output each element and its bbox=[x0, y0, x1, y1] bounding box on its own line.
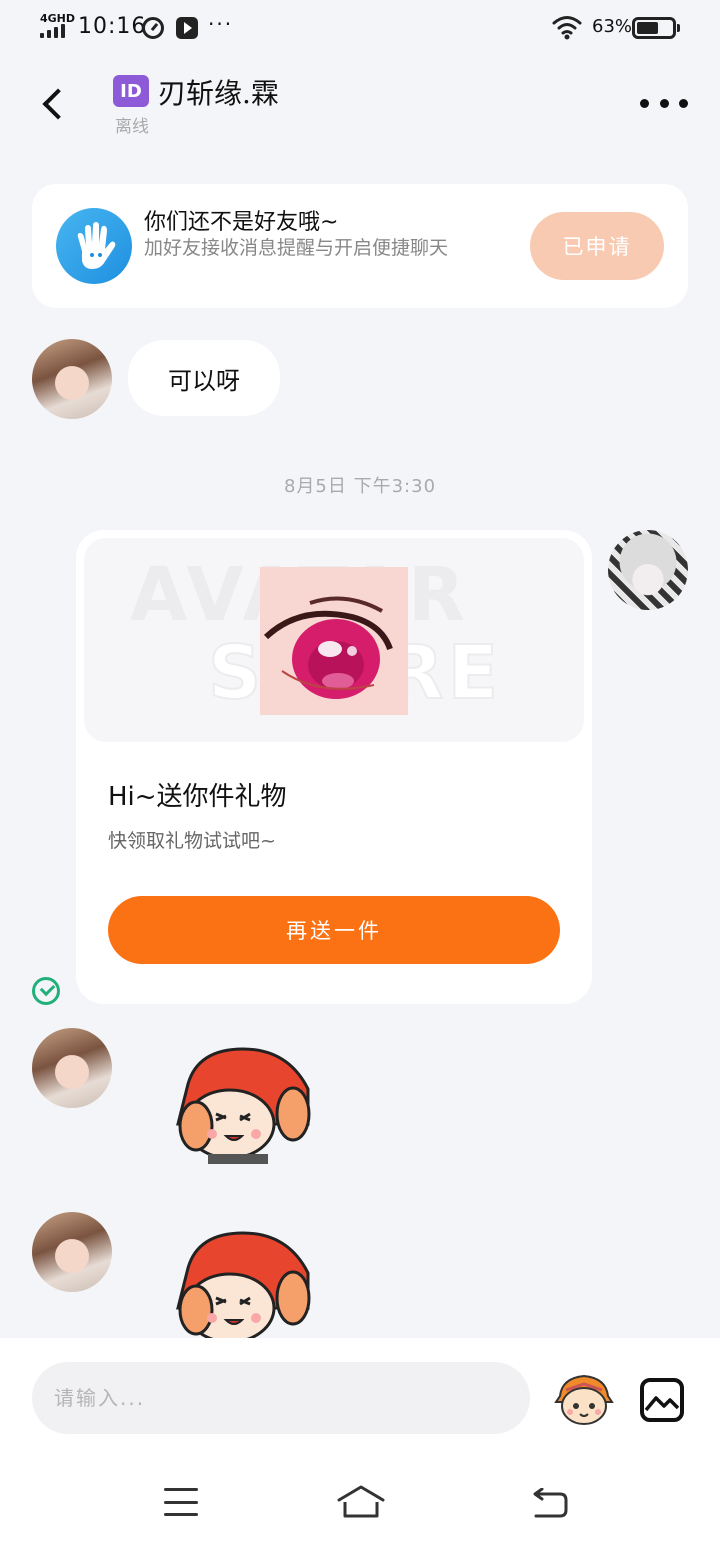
menu-icon bbox=[164, 1488, 198, 1491]
nav-menu-button[interactable] bbox=[164, 1488, 198, 1516]
gift-subtitle: 快领取礼物试试吧~ bbox=[108, 830, 276, 852]
contact-name[interactable]: 刃斩缘.霖 bbox=[158, 72, 279, 112]
signal-icon bbox=[40, 24, 65, 38]
sticker-message[interactable] bbox=[168, 1044, 318, 1164]
message-input[interactable] bbox=[32, 1362, 530, 1434]
nav-back-button[interactable] bbox=[530, 1488, 570, 1518]
speed-gauge-icon bbox=[142, 17, 164, 39]
applied-button[interactable]: 已申请 bbox=[530, 212, 664, 280]
gift-title: Hi~送你件礼物 bbox=[108, 782, 287, 812]
contact-avatar[interactable] bbox=[32, 1212, 112, 1292]
battery-percent: 63% bbox=[592, 16, 633, 37]
battery-icon bbox=[632, 17, 676, 39]
media-play-icon bbox=[176, 17, 198, 39]
friend-card-title: 你们还不是好友哦~ bbox=[144, 210, 339, 235]
more-notifications-icon: ··· bbox=[208, 12, 234, 36]
contact-status: 离线 bbox=[115, 117, 149, 137]
id-badge: ID bbox=[113, 75, 149, 107]
message-bubble[interactable]: 可以呀 bbox=[128, 340, 280, 416]
sticker-message[interactable] bbox=[168, 1228, 318, 1338]
more-dots-icon bbox=[640, 98, 649, 108]
battery-fill bbox=[637, 22, 659, 34]
friend-card-description: 加好友接收消息提醒与开启便捷聊天 bbox=[144, 237, 449, 259]
message-timestamp: 8月5日 下午3:30 bbox=[283, 476, 437, 497]
anime-eye-image bbox=[260, 567, 408, 715]
send-another-gift-button[interactable]: 再送一件 bbox=[108, 896, 560, 964]
clock: 10:16 bbox=[78, 14, 147, 39]
battery-tip bbox=[677, 24, 680, 32]
more-options-button[interactable] bbox=[640, 88, 688, 118]
wave-hand-icon bbox=[56, 208, 132, 284]
my-avatar[interactable] bbox=[608, 530, 688, 610]
image-button[interactable] bbox=[640, 1378, 684, 1422]
contact-avatar[interactable] bbox=[32, 1028, 112, 1108]
back-button[interactable] bbox=[32, 80, 76, 128]
emoji-sticker-icon[interactable] bbox=[552, 1372, 616, 1428]
read-check-icon bbox=[32, 977, 60, 1005]
chat-header bbox=[0, 56, 720, 152]
nav-home-button[interactable] bbox=[336, 1484, 386, 1520]
contact-avatar[interactable] bbox=[32, 339, 112, 419]
image-icon bbox=[644, 1396, 680, 1412]
wifi-icon bbox=[552, 16, 582, 40]
